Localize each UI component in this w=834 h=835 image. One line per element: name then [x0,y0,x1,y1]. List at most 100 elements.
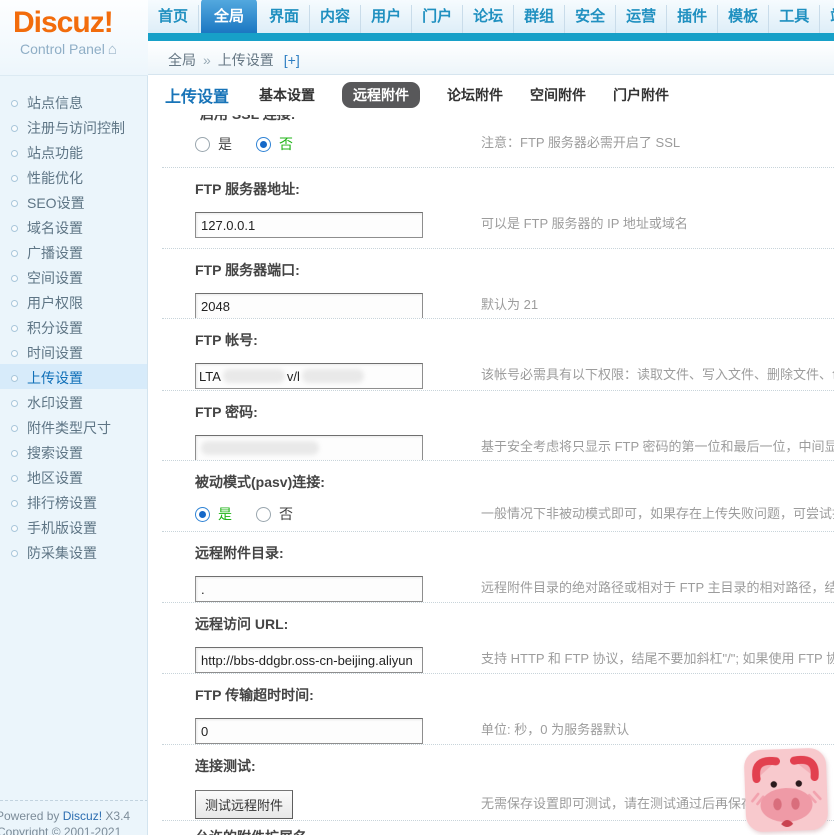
breadcrumb-current: 上传设置 [217,52,274,68]
radio-checked-icon[interactable] [256,136,271,152]
field-label: 被动模式(pasv)连接: [195,474,325,490]
sidebar-item-10[interactable]: 时间设置 [0,339,147,364]
topnav-item-1[interactable]: 全局 [201,0,258,33]
radio-option-1[interactable]: 否 [256,504,293,524]
sidebar-item-12[interactable]: 水印设置 [0,389,147,414]
sidebar-item-label: 站点信息 [27,95,83,111]
field-hint: 一般情况下非被动模式即可，如果存在上传失败问题，可尝试打开此选项 [481,506,834,521]
radio-checked-icon[interactable] [195,506,210,522]
topnav-item-3[interactable]: 内容 [310,5,362,33]
field-label: 允许的附件扩展名: [195,827,834,835]
bullet-icon [11,475,18,482]
field-hint: 单位: 秒，0 为服务器默认 [481,722,630,737]
text-input[interactable] [195,212,423,238]
bullet-icon [11,225,18,232]
brand-block: Discuz! Control Panel ⌂ [0,0,148,76]
sidebar-item-label: 地区设置 [27,470,83,486]
test-remote-attachment-button[interactable]: 测试远程附件 [195,790,294,819]
sidebar-item-16[interactable]: 排行榜设置 [0,489,147,514]
sidebar-item-0[interactable]: 站点信息 [0,89,147,114]
topnav-item-8[interactable]: 安全 [565,5,617,33]
breadcrumb-section[interactable]: 全局 [168,52,196,68]
input-value-fragment: v/l [286,368,300,384]
topnav-item-4[interactable]: 用户 [361,5,413,33]
settings-tab-1[interactable]: 远程附件 [342,82,421,108]
settings-tab-4[interactable]: 门户附件 [613,85,669,105]
field-hint: 该帐号必需具有以下权限：读取文件、写入文件、删除文件、创建目录 [481,367,834,382]
topnav-item-13[interactable]: 站长 [820,5,834,33]
text-input[interactable] [195,647,423,673]
bullet-icon [11,525,18,532]
sidebar-item-2[interactable]: 站点功能 [0,139,147,164]
breadcrumb-expand-button[interactable]: [+] [284,52,300,68]
sidebar: 站点信息注册与访问控制 站点功能 性能优化 SEO设置域名设置广播设置 空间设置用户权限… [0,76,148,835]
discuz-logo[interactable]: Discuz! [0,0,148,40]
bullet-icon [11,350,18,357]
radio-option-1[interactable]: 否 [256,134,293,154]
sidebar-item-label: 域名设置 [27,220,83,236]
topnav-item-11[interactable]: 模板 [718,5,770,33]
topnav-item-10[interactable]: 插件 [667,5,719,33]
radio-unchecked-icon[interactable] [195,136,210,152]
sidebar-item-9[interactable]: 积分设置 [0,314,147,339]
powered-by-line: Powered by Discuz! X3.4 [0,808,146,824]
topnav-item-6[interactable]: 论坛 [463,5,515,33]
sidebar-item-3[interactable]: 性能优化 [0,164,147,189]
bullet-icon [11,200,18,207]
redacted-text-input[interactable] [195,435,423,460]
radio-option-label: 是 [218,506,232,522]
sidebar-item-17[interactable]: 手机版设置 [0,514,147,539]
bullet-icon [11,100,18,107]
sidebar-item-11[interactable]: 上传设置 [0,364,147,389]
discuz-admin-page: Discuz! Control Panel ⌂ 首页 全局 界面 内容 用户 门户 论坛 群组安… [0,0,834,835]
top-navigation: 首页全局界面内容用户门户论坛群组安全运营插件模板工具站长应用中心UCenter [148,0,834,33]
form-row-1: FTP 服务器地址: 可以是 FTP 服务器的 IP 地址或域名 [162,168,834,249]
settings-tabs-row: 上传设置 基本设置 远程附件 论坛附件 空间附件 门户附件 [149,75,834,115]
field-label: 连接测试: [195,758,256,774]
breadcrumb-separator: » [203,52,211,68]
text-input[interactable] [195,293,423,318]
topnav-item-9[interactable]: 运营 [616,5,668,33]
sidebar-item-8[interactable]: 用户权限 [0,289,147,314]
settings-tab-0[interactable]: 基本设置 [259,85,315,105]
breadcrumb: 全局 » 上传设置 [+] [148,41,834,75]
sidebar-item-15[interactable]: 地区设置 [0,464,147,489]
topnav-item-12[interactable]: 工具 [769,5,821,33]
bullet-icon [11,175,18,182]
radio-option-0[interactable]: 是 [195,504,232,524]
sidebar-item-5[interactable]: 域名设置 [0,214,147,239]
sidebar-item-4[interactable]: SEO设置 [0,189,147,214]
field-hint: 注意：FTP 服务器必需开启了 SSL [481,135,681,150]
sidebar-item-label: 用户权限 [27,295,83,311]
radio-unchecked-icon[interactable] [256,506,271,522]
discuz-footer-link[interactable]: Discuz! [63,809,102,823]
field-label: 远程访问 URL: [195,616,289,632]
field-hint: 无需保存设置即可测试，请在测试通过后再保存设置 [481,796,781,811]
field-label: FTP 服务器端口: [195,262,300,278]
sidebar-item-13[interactable]: 附件类型尺寸 [0,414,147,439]
sidebar-item-label: 水印设置 [27,395,83,411]
sidebar-item-label: 积分设置 [27,320,83,336]
sidebar-item-7[interactable]: 空间设置 [0,264,147,289]
radio-option-0[interactable]: 是 [195,134,232,154]
text-input[interactable] [195,718,423,744]
sidebar-item-18[interactable]: 防采集设置 [0,539,147,564]
topnav-item-0[interactable]: 首页 [148,5,200,33]
form-row-4: FTP 密码: 基于安全考虑将只显示 FTP 密码的第一位和最后一位，中间显示的 … [162,391,834,461]
topnav-item-7[interactable]: 群组 [514,5,566,33]
settings-tab-3[interactable]: 空间附件 [530,85,586,105]
redacted-text-input[interactable]: LTA v/l [195,363,423,389]
bullet-icon [11,300,18,307]
sidebar-item-6[interactable]: 广播设置 [0,239,147,264]
topnav-item-2[interactable]: 界面 [259,5,311,33]
settings-tab-2[interactable]: 论坛附件 [447,85,503,105]
sidebar-item-label: 搜索设置 [27,445,83,461]
control-panel-subtitle: Control Panel ⌂ [0,41,148,58]
form-row-10: 允许的附件扩展名: [162,821,834,835]
text-input[interactable] [195,576,423,602]
form-row-0: 是 否 注意：FTP 服务器必需开启了 SSL [162,126,834,168]
sidebar-item-14[interactable]: 搜索设置 [0,439,147,464]
sidebar-item-1[interactable]: 注册与访问控制 [0,114,147,139]
topnav-item-5[interactable]: 门户 [412,5,464,33]
clipped-label: 启用 SSL 连接: [200,115,834,122]
